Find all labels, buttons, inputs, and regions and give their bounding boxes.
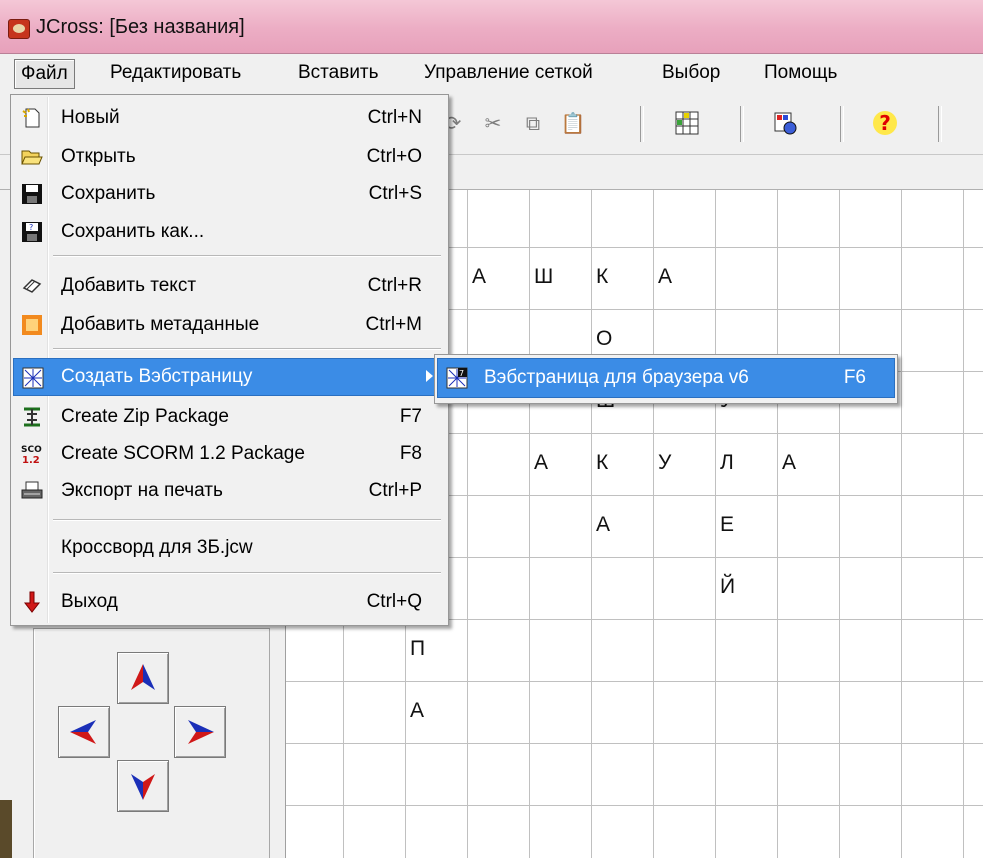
menu-item-exit[interactable]: Выход Ctrl+Q (13, 583, 444, 619)
scorm-icon: SCO1.2 (21, 445, 42, 465)
new-document-icon (22, 108, 40, 128)
menu-separator (53, 519, 441, 521)
save-disk-icon (22, 184, 42, 204)
window-title: JCross: [Без названия] (36, 16, 245, 38)
web-page-v6-icon: 7 (446, 367, 468, 389)
svg-text:1.2: 1.2 (22, 455, 40, 465)
arrow-right-button[interactable] (174, 706, 226, 758)
title-bar[interactable]: JCross: [Без названия] (0, 0, 983, 54)
grid-cell[interactable]: К (596, 262, 626, 292)
app-icon[interactable] (8, 19, 30, 39)
menu-grid-control[interactable]: Управление сеткой (418, 59, 599, 87)
menu-bar: Файл Редактировать Вставить Управление с… (0, 55, 983, 93)
toolbar-separator (640, 106, 644, 142)
arrow-right-icon (188, 720, 214, 744)
menu-separator (53, 572, 441, 574)
toolbar-separator (740, 106, 744, 142)
menu-item-create-webpage[interactable]: Создать Вэбстраницу (13, 358, 446, 396)
menu-item-create-scorm[interactable]: SCO 1.2 Create SCORM 1.2 Package F8 (13, 435, 444, 471)
add-text-icon (22, 279, 42, 293)
copy-icon[interactable]: ⧉ (520, 110, 546, 136)
webpage-submenu: 7 Вэбстраница для браузера v6 F6 (434, 354, 898, 404)
cut-icon[interactable]: ✂ (480, 110, 506, 136)
svg-text:?: ? (29, 223, 33, 232)
menu-separator (53, 348, 441, 350)
arrow-down-button[interactable] (117, 760, 169, 812)
navigation-arrows-panel (33, 628, 270, 858)
menu-item-open[interactable]: Открыть Ctrl+O (13, 138, 444, 174)
grid-cell[interactable]: К (596, 448, 626, 478)
app-window: JCross: [Без названия] Файл Редактироват… (0, 0, 983, 858)
menu-item-save-as[interactable]: ? Сохранить как... (13, 213, 444, 249)
menu-item-recent-file[interactable]: Кроссворд для 3Б.jcw (13, 529, 444, 565)
grid-cell[interactable]: Й (720, 572, 750, 602)
grid-cell[interactable]: У (658, 448, 688, 478)
paste-icon[interactable]: 📋 (560, 110, 586, 136)
menu-insert[interactable]: Вставить (292, 59, 385, 87)
web-page-icon[interactable] (772, 110, 798, 136)
menu-separator (53, 255, 441, 257)
menu-item-add-metadata[interactable]: Добавить метаданные Ctrl+M (13, 306, 444, 342)
toolbar-separator (938, 106, 942, 142)
arrow-down-icon (131, 774, 155, 800)
grid-cell[interactable]: О (596, 324, 626, 354)
grid-cell[interactable]: П (410, 634, 440, 664)
open-folder-icon (21, 150, 43, 165)
menu-edit[interactable]: Редактировать (104, 59, 247, 87)
menu-item-create-zip[interactable]: Create Zip Package F7 (13, 398, 444, 434)
window-edge (0, 800, 12, 858)
menu-help[interactable]: Помощь (758, 59, 843, 87)
grid-icon[interactable] (674, 110, 700, 136)
menu-item-export-print[interactable]: Экспорт на печать Ctrl+P (13, 472, 444, 508)
grid-cell[interactable]: А (472, 262, 502, 292)
help-icon[interactable]: ? (872, 110, 898, 136)
svg-text:SCO: SCO (21, 445, 42, 455)
menu-item-save[interactable]: Сохранить Ctrl+S (13, 175, 444, 211)
print-icon (21, 481, 43, 499)
arrow-left-icon (70, 720, 96, 744)
grid-cell[interactable]: Л (720, 448, 750, 478)
grid-cell[interactable]: А (658, 262, 688, 292)
grid-cell[interactable]: Ш (534, 262, 564, 292)
menu-item-add-text[interactable]: Добавить текст Ctrl+R (13, 267, 444, 303)
grid-cell[interactable]: А (782, 448, 812, 478)
arrow-left-button[interactable] (58, 706, 110, 758)
menu-select[interactable]: Выбор (656, 59, 726, 87)
menu-file[interactable]: Файл (14, 59, 75, 89)
submenu-arrow-icon (426, 370, 433, 382)
save-as-icon: ? (22, 222, 42, 242)
grid-cell[interactable]: А (534, 448, 564, 478)
grid-cell[interactable]: А (410, 696, 440, 726)
svg-text:7: 7 (459, 369, 464, 378)
menu-item-new[interactable]: Новый Ctrl+N (13, 99, 444, 135)
arrow-up-icon (131, 664, 155, 690)
zip-icon (24, 407, 40, 427)
metadata-icon (22, 315, 42, 335)
menu-item-webpage-browser-v6[interactable]: 7 Вэбстраница для браузера v6 F6 (437, 358, 895, 398)
grid-cell[interactable]: А (596, 510, 626, 540)
arrow-up-button[interactable] (117, 652, 169, 704)
exit-arrow-icon (23, 591, 41, 613)
web-page-icon (22, 367, 44, 389)
grid-cell[interactable]: Е (720, 510, 750, 540)
toolbar-separator (840, 106, 844, 142)
file-menu-dropdown: Новый Ctrl+N Открыть Ctrl+O Сохранить Ct… (10, 94, 449, 626)
